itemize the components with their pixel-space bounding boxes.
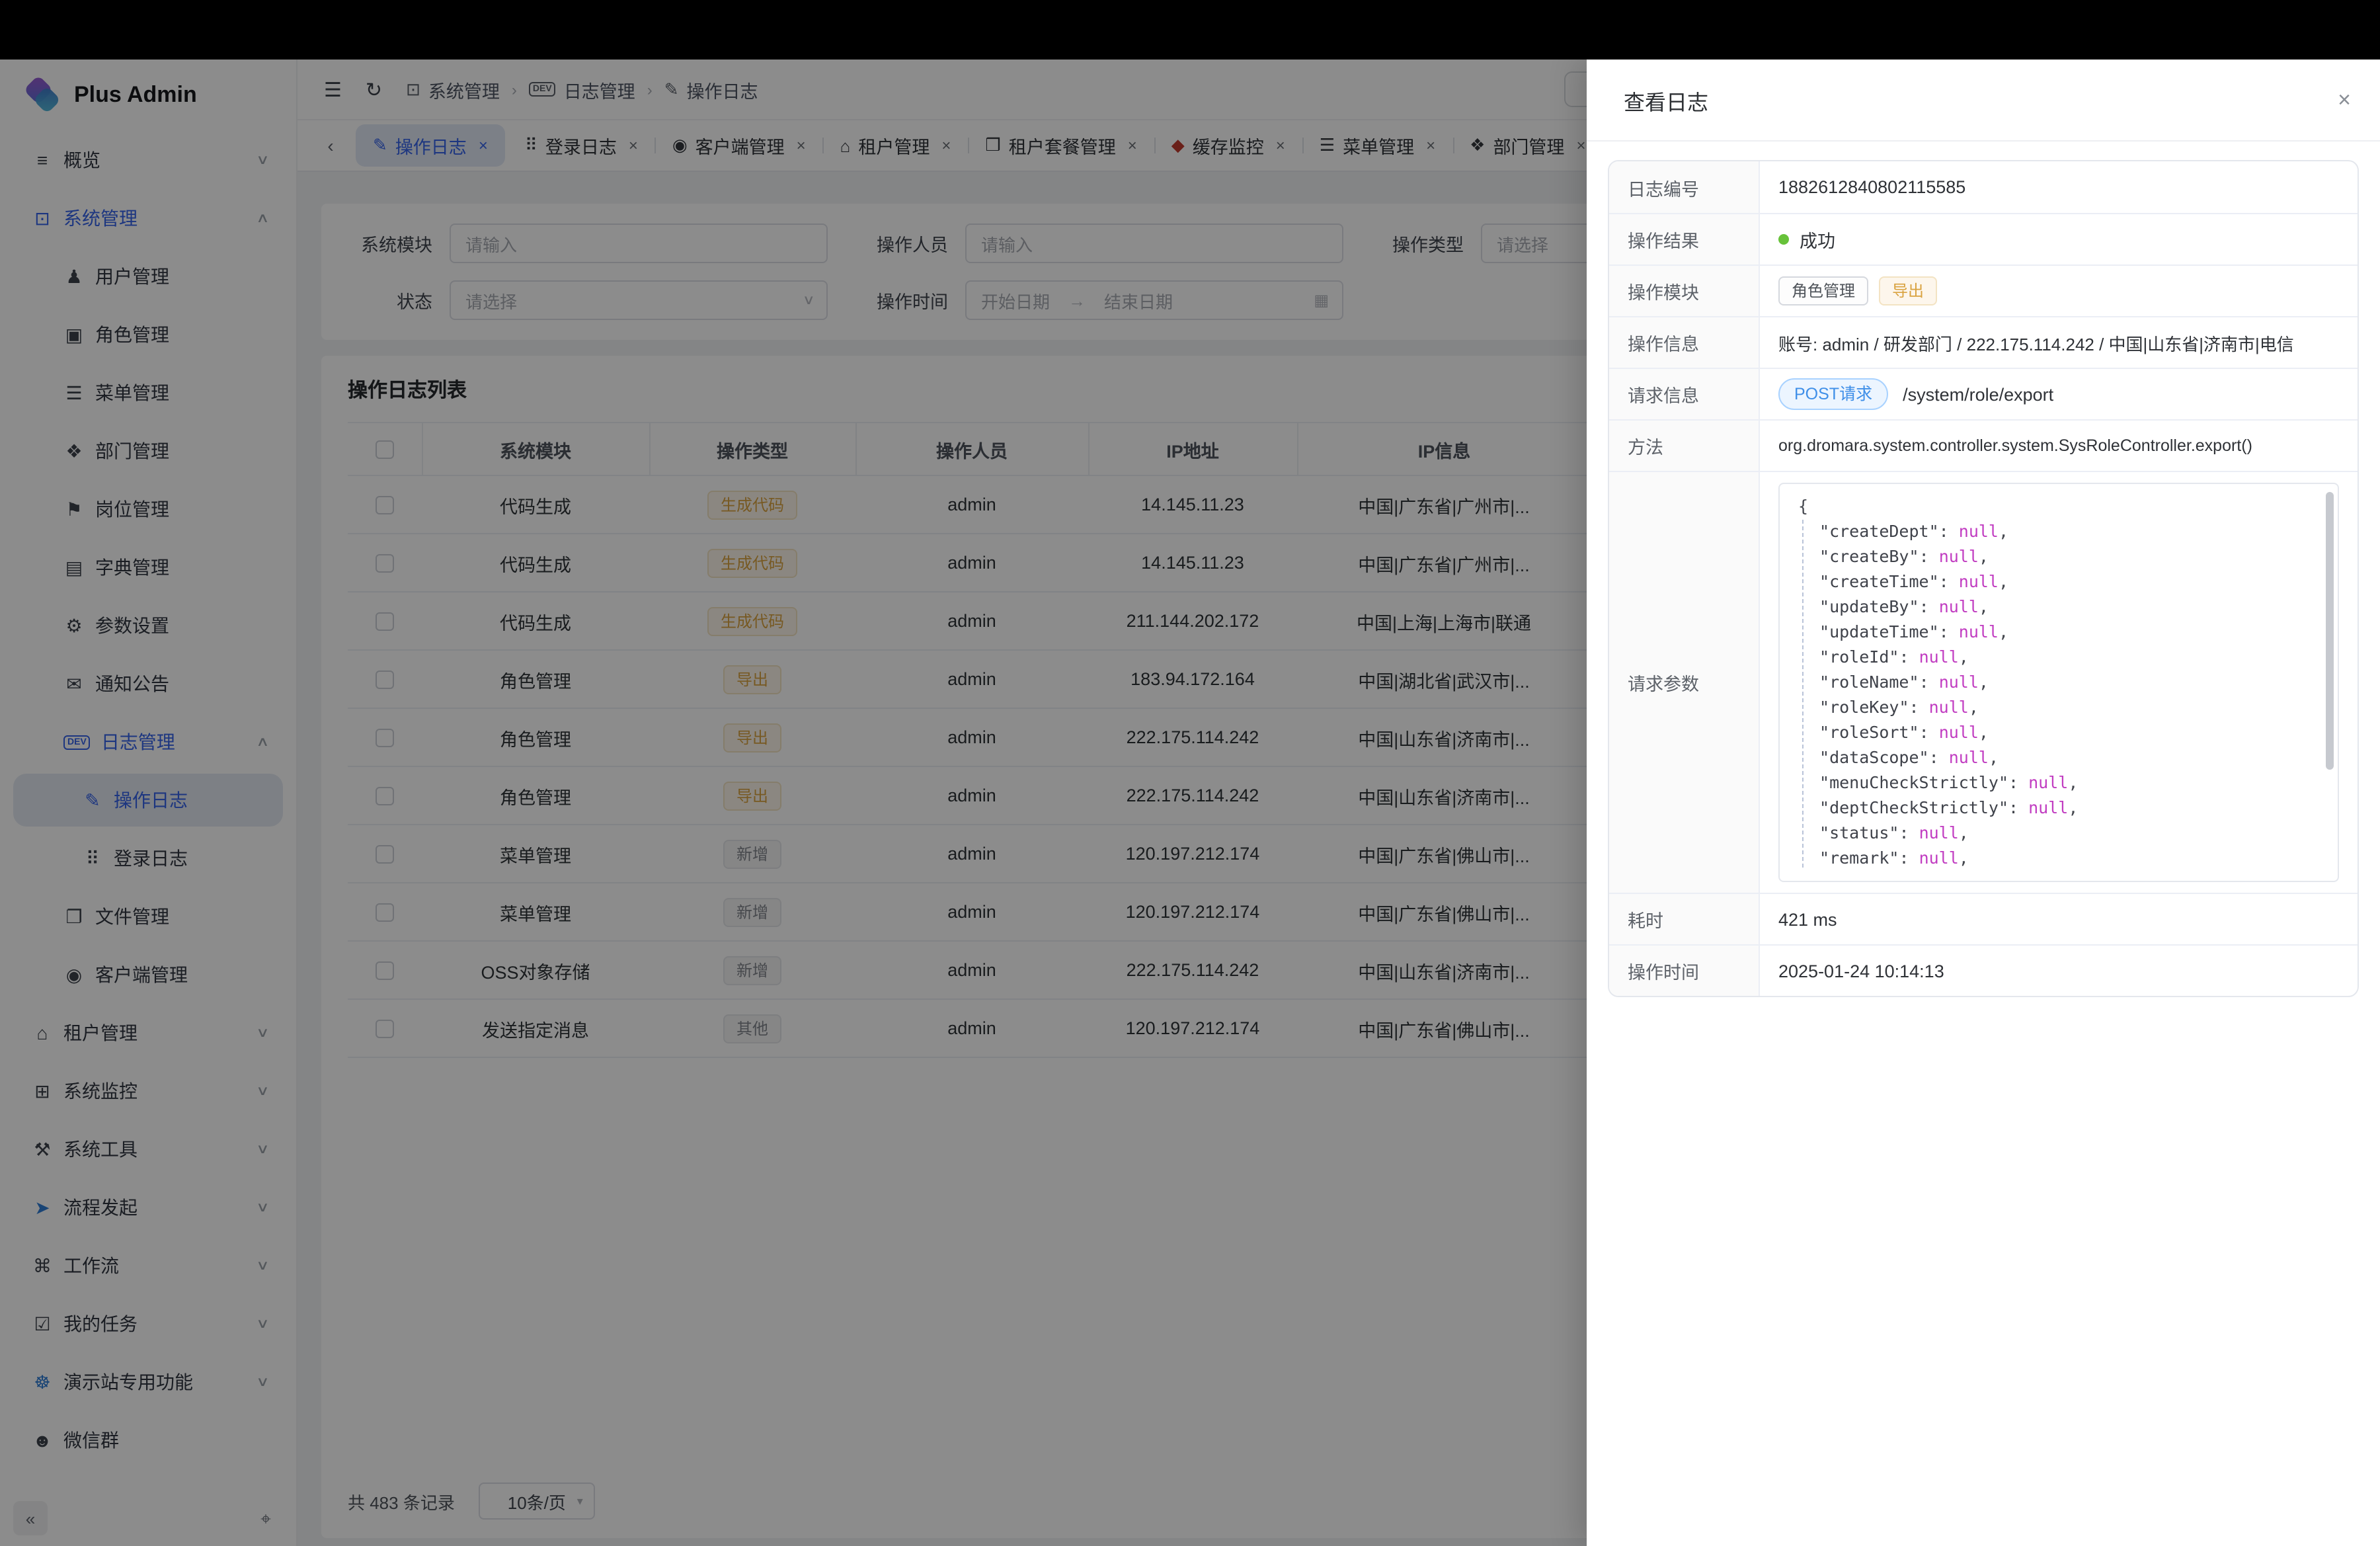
field-row-result: 操作结果 成功	[1609, 213, 2358, 264]
field-row-request: 请求信息 POST请求 /system/role/export	[1609, 368, 2358, 419]
json-line: roleName: null,	[1798, 669, 2319, 694]
json-line: roleSort: null,	[1798, 719, 2319, 745]
request-params-json[interactable]: { createDept: null, createBy: null, crea…	[1778, 483, 2339, 882]
drawer-header: 查看日志 ×	[1587, 60, 2380, 142]
json-line: status: null,	[1798, 820, 2319, 845]
field-label: 操作结果	[1609, 214, 1760, 264]
json-open-brace: {	[1798, 493, 2319, 518]
json-scrollbar[interactable]	[2326, 492, 2334, 770]
json-line: updateTime: null,	[1798, 619, 2319, 644]
method-value: org.dromara.system.controller.system.Sys…	[1778, 436, 2252, 455]
field-row-params: 请求参数 { createDept: null, createBy: null,	[1609, 471, 2358, 893]
operation-time-value: 2025-01-24 10:14:13	[1778, 961, 1944, 981]
module-tag: 角色管理	[1778, 276, 1868, 305]
indent-guide	[1802, 520, 1804, 868]
field-label: 操作时间	[1609, 946, 1760, 996]
duration-value: 421 ms	[1778, 909, 1837, 929]
field-label: 请求信息	[1609, 369, 1760, 419]
field-row-info: 操作信息 账号: admin / 研发部门 / 222.175.114.242 …	[1609, 316, 2358, 368]
field-row-method: 方法 org.dromara.system.controller.system.…	[1609, 419, 2358, 471]
export-tag: 导出	[1879, 276, 1937, 305]
success-dot-icon	[1778, 234, 1789, 245]
log-detail-table: 日志编号 1882612840802115585 操作结果 成功 操作模块 角色…	[1608, 160, 2359, 997]
json-line: roleId: null,	[1798, 644, 2319, 669]
screen: Plus Admin ≡ 概览 ∨ ⊡ 系统管理 ∧ ♟ 用户管理	[0, 0, 2380, 1546]
field-label: 请求参数	[1609, 472, 1760, 893]
json-line: remark: null,	[1798, 845, 2319, 870]
json-line: createBy: null,	[1798, 544, 2319, 569]
field-row-module: 操作模块 角色管理 导出	[1609, 264, 2358, 316]
drawer-title: 查看日志	[1624, 84, 2338, 116]
field-label: 方法	[1609, 421, 1760, 471]
post-method-tag: POST请求	[1778, 378, 1888, 410]
view-log-drawer: 查看日志 × 日志编号 1882612840802115585 操作结果 成功 …	[1587, 60, 2380, 1546]
field-row-log-id: 日志编号 1882612840802115585	[1609, 161, 2358, 213]
operation-info-value: 账号: admin / 研发部门 / 222.175.114.242 / 中国|…	[1778, 330, 2294, 355]
field-label: 操作模块	[1609, 266, 1760, 316]
field-label: 耗时	[1609, 894, 1760, 944]
result-value: 成功	[1800, 226, 1835, 253]
json-line: dataScope: null,	[1798, 745, 2319, 770]
field-label: 日志编号	[1609, 161, 1760, 213]
json-line: deptCheckStrictly: null,	[1798, 795, 2319, 820]
json-line: createDept: null,	[1798, 518, 2319, 544]
json-line: roleKey: null,	[1798, 694, 2319, 719]
json-line: updateBy: null,	[1798, 594, 2319, 619]
request-path-value: /system/role/export	[1903, 384, 2053, 404]
field-row-duration: 耗时 421 ms	[1609, 893, 2358, 944]
field-row-time: 操作时间 2025-01-24 10:14:13	[1609, 944, 2358, 996]
close-icon[interactable]: ×	[2338, 87, 2351, 113]
log-id-value: 1882612840802115585	[1778, 177, 1965, 197]
json-line: createTime: null,	[1798, 569, 2319, 594]
json-line: menuCheckStrictly: null,	[1798, 770, 2319, 795]
field-label: 操作信息	[1609, 317, 1760, 368]
